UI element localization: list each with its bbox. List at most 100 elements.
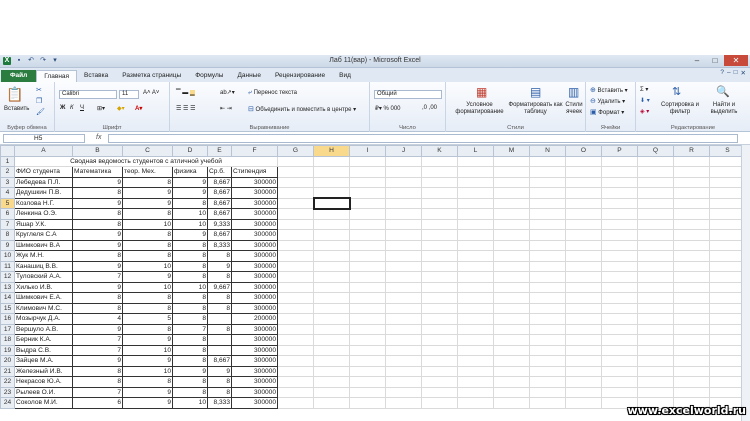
empty-cell[interactable]: [385, 344, 422, 356]
empty-cell[interactable]: [637, 176, 674, 188]
merge-center-button[interactable]: ⊟ Объединить и поместить в центре ▾: [248, 105, 356, 113]
row-header-22[interactable]: 22: [0, 376, 15, 388]
empty-cell[interactable]: [565, 155, 602, 167]
conditional-formatting-icon[interactable]: ▦: [476, 85, 487, 99]
empty-cell[interactable]: [601, 313, 638, 325]
empty-cell[interactable]: [637, 271, 674, 283]
empty-cell[interactable]: [673, 313, 710, 325]
empty-cell[interactable]: [601, 334, 638, 346]
empty-cell[interactable]: [349, 376, 386, 388]
empty-cell[interactable]: [493, 344, 530, 356]
sort-filter-icon[interactable]: ⇅: [672, 85, 681, 98]
data-cell[interactable]: 8: [207, 292, 232, 304]
data-cell[interactable]: 9: [172, 176, 208, 188]
data-cell[interactable]: 300000: [231, 197, 278, 209]
empty-cell[interactable]: [277, 334, 314, 346]
data-cell[interactable]: 300000: [231, 365, 278, 377]
minimize-button[interactable]: –: [688, 55, 706, 66]
empty-cell[interactable]: [529, 355, 566, 367]
cell-styles-icon[interactable]: ▥: [568, 85, 579, 99]
empty-cell[interactable]: [313, 176, 350, 188]
empty-cell[interactable]: [529, 323, 566, 335]
data-cell[interactable]: 8: [72, 218, 123, 230]
empty-cell[interactable]: [277, 239, 314, 251]
data-cell[interactable]: 8: [122, 208, 173, 220]
empty-cell[interactable]: [673, 197, 710, 209]
data-cell[interactable]: 7: [72, 271, 123, 283]
empty-cell[interactable]: [529, 208, 566, 220]
data-cell[interactable]: [207, 313, 232, 325]
empty-cell[interactable]: [457, 218, 494, 230]
empty-cell[interactable]: [313, 376, 350, 388]
data-cell[interactable]: 300000: [231, 176, 278, 188]
empty-cell[interactable]: [493, 271, 530, 283]
column-header-f[interactable]: F: [231, 145, 278, 157]
empty-cell[interactable]: [673, 344, 710, 356]
data-cell[interactable]: 8: [72, 208, 123, 220]
data-cell[interactable]: 8: [172, 250, 208, 262]
italic-button[interactable]: К: [70, 105, 74, 111]
empty-cell[interactable]: [421, 229, 458, 241]
data-cell[interactable]: 9,667: [207, 281, 232, 293]
empty-cell[interactable]: [601, 155, 638, 167]
empty-cell[interactable]: [277, 229, 314, 241]
data-cell[interactable]: 9: [172, 229, 208, 241]
sheet-title-cell[interactable]: Сводная ведомость студентов с атличной у…: [14, 155, 278, 167]
empty-cell[interactable]: [565, 229, 602, 241]
empty-cell[interactable]: [565, 166, 602, 178]
empty-cell[interactable]: [601, 176, 638, 188]
empty-cell[interactable]: [637, 208, 674, 220]
data-cell[interactable]: 10: [172, 208, 208, 220]
data-cell[interactable]: 10: [122, 365, 173, 377]
row-header-2[interactable]: 2: [0, 166, 15, 178]
empty-cell[interactable]: [529, 239, 566, 251]
empty-cell[interactable]: [349, 313, 386, 325]
empty-cell[interactable]: [529, 334, 566, 346]
empty-cell[interactable]: [421, 197, 458, 209]
empty-cell[interactable]: [421, 292, 458, 304]
data-cell[interactable]: 9: [72, 239, 123, 251]
empty-cell[interactable]: [349, 355, 386, 367]
column-header-q[interactable]: Q: [637, 145, 674, 157]
data-cell[interactable]: 8: [122, 302, 173, 314]
student-name-cell[interactable]: Железный И.В.: [14, 365, 73, 377]
empty-cell[interactable]: [601, 250, 638, 262]
row-header-13[interactable]: 13: [0, 281, 15, 293]
empty-cell[interactable]: [565, 302, 602, 314]
format-as-table-button[interactable]: Форматировать как таблицу: [508, 102, 563, 116]
empty-cell[interactable]: [313, 229, 350, 241]
data-cell[interactable]: 8: [122, 323, 173, 335]
empty-cell[interactable]: [565, 334, 602, 346]
data-cell[interactable]: 8: [172, 386, 208, 398]
data-cell[interactable]: [207, 334, 232, 346]
empty-cell[interactable]: [349, 334, 386, 346]
empty-cell[interactable]: [493, 250, 530, 262]
align-left-icon[interactable]: ☰ ☰ ☰: [176, 105, 195, 112]
student-name-cell[interactable]: Ленкина О.Э.: [14, 208, 73, 220]
empty-cell[interactable]: [529, 386, 566, 398]
empty-cell[interactable]: [277, 397, 314, 409]
data-cell[interactable]: 8: [122, 292, 173, 304]
empty-cell[interactable]: [385, 386, 422, 398]
empty-cell[interactable]: [637, 166, 674, 178]
table-header-cell[interactable]: теор. Мех.: [122, 166, 173, 178]
data-cell[interactable]: 300000: [231, 376, 278, 388]
empty-cell[interactable]: [349, 281, 386, 293]
student-name-cell[interactable]: Рылеев О.И.: [14, 386, 73, 398]
student-name-cell[interactable]: Хилько И.В.: [14, 281, 73, 293]
data-cell[interactable]: 7: [72, 344, 123, 356]
empty-cell[interactable]: [673, 260, 710, 272]
paste-icon[interactable]: 📋: [6, 86, 23, 103]
data-cell[interactable]: [207, 344, 232, 356]
data-cell[interactable]: 8: [172, 239, 208, 251]
data-cell[interactable]: 8: [172, 292, 208, 304]
empty-cell[interactable]: [421, 218, 458, 230]
data-cell[interactable]: 300000: [231, 344, 278, 356]
empty-cell[interactable]: [493, 302, 530, 314]
data-cell[interactable]: 9: [122, 197, 173, 209]
empty-cell[interactable]: [601, 187, 638, 199]
empty-cell[interactable]: [565, 323, 602, 335]
find-select-button[interactable]: Найти и выделить: [702, 102, 746, 116]
select-all-corner[interactable]: [0, 145, 15, 157]
autosum-icon[interactable]: Σ ▾: [640, 86, 648, 93]
